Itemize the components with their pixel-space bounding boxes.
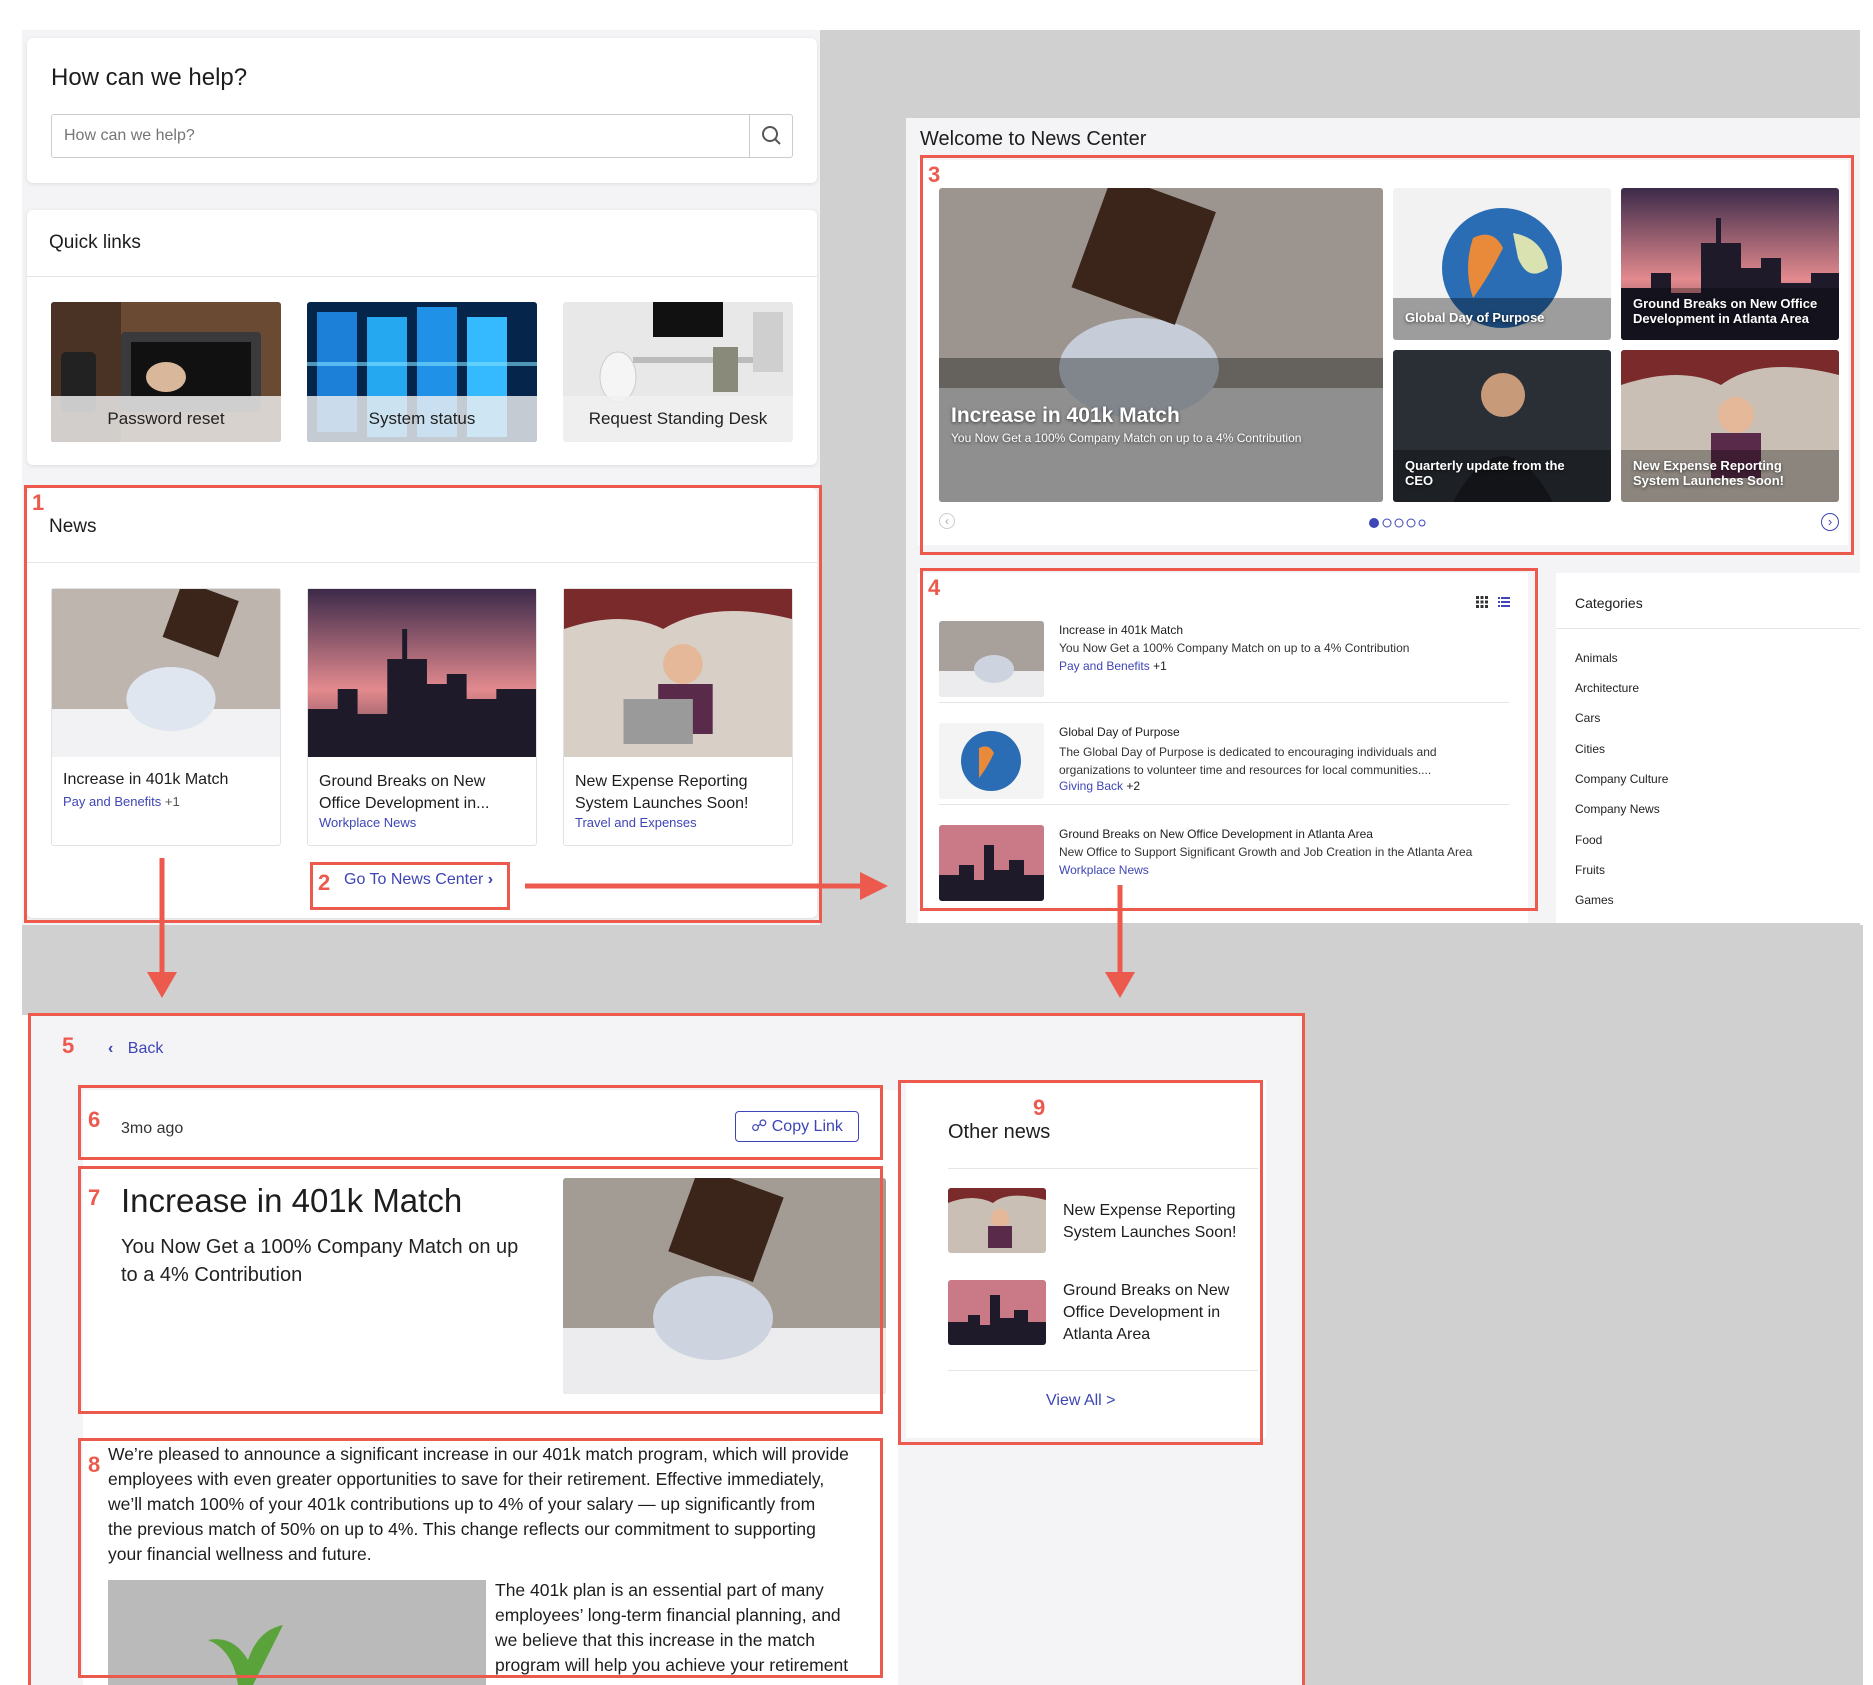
flow-arrows <box>147 858 1135 998</box>
